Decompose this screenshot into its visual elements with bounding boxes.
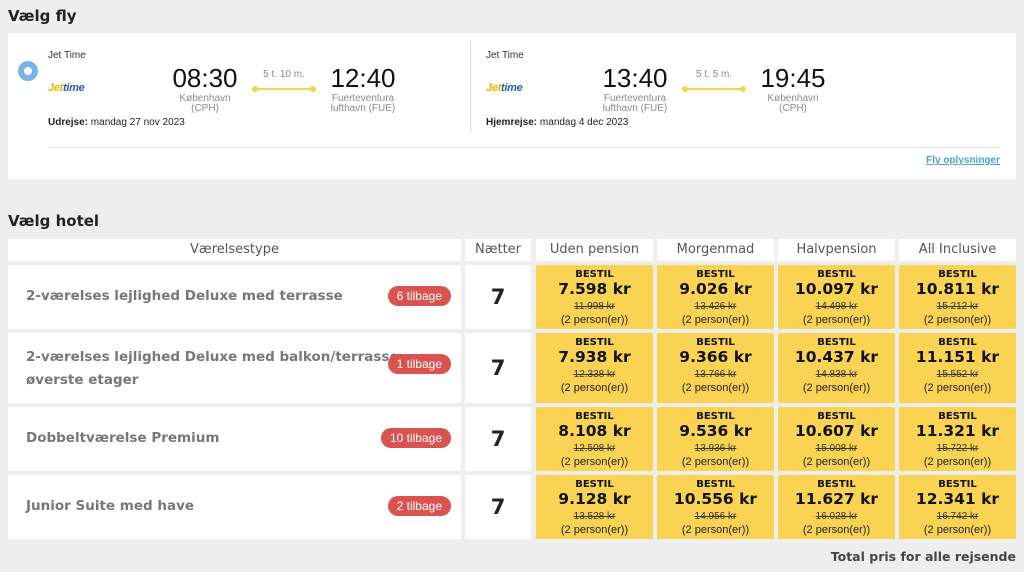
outbound-depart-place: København (CPH) <box>179 93 231 114</box>
price-option[interactable]: BESTIL 7.938 kr 12.338 kr (2 person(er)) <box>536 333 653 403</box>
return-duration: 5 t. 5 m. <box>695 69 733 80</box>
availability-badge: 6 tilbage <box>387 286 451 306</box>
availability-badge: 10 tilbage <box>380 428 451 448</box>
price-option[interactable]: BESTIL 10.811 kr 15.212 kr (2 person(er)) <box>899 265 1016 329</box>
room-row-3: Dobbeltværelse Premium 10 tilbage <box>8 407 461 471</box>
room-row-4: Junior Suite med have 2 tilbage <box>8 475 461 539</box>
outbound-arrive-time: 12:40 <box>330 63 396 93</box>
card-divider <box>48 147 1000 148</box>
header-nights: Nætter <box>465 239 531 261</box>
outbound-airline-name: Jet Time <box>48 50 86 61</box>
availability-badge: 1 tilbage <box>387 354 451 374</box>
nights-value: 7 <box>465 333 531 403</box>
header-room-type: Værelsestype <box>8 239 461 261</box>
outbound-duration: 5 t. 10 m. <box>263 69 305 80</box>
price-option[interactable]: BESTIL 11.321 kr 15.722 kr (2 person(er)) <box>899 407 1016 471</box>
outbound-route-line <box>252 86 316 92</box>
room-row-2: 2-værelses lejlighed Deluxe med balkon/t… <box>8 333 461 403</box>
header-board-all-inclusive: All Inclusive <box>899 239 1016 261</box>
room-row-1: 2-værelses lejlighed Deluxe med terrasse… <box>8 265 461 329</box>
return-depart-time: 13:40 <box>602 63 668 93</box>
outbound-date: Udrejse: mandag 27 nov 2023 <box>48 117 185 128</box>
hotel-section-title: Vælg hotel <box>8 212 100 230</box>
header-board-morgenmad: Morgenmad <box>657 239 774 261</box>
price-option[interactable]: BESTIL 9.366 kr 13.766 kr (2 person(er)) <box>657 333 774 403</box>
jettime-logo-icon: Jettime <box>48 82 85 94</box>
header-board-uden-pension: Uden pension <box>536 239 653 261</box>
return-route-line <box>682 86 746 92</box>
total-price-label: Total pris for alle rejsende <box>830 549 1016 564</box>
nights-value: 7 <box>465 407 531 471</box>
nights-value: 7 <box>465 475 531 539</box>
room-name: Junior Suite med have <box>26 498 195 514</box>
price-option[interactable]: BESTIL 9.026 kr 13.426 kr (2 person(er)) <box>657 265 774 329</box>
return-arrive-time: 19:45 <box>760 63 826 93</box>
flight-option-card[interactable]: Jet Time Jettime 08:30 København (CPH) 5… <box>8 33 1016 179</box>
outbound-depart-time: 08:30 <box>172 63 238 93</box>
price-option[interactable]: BESTIL 11.151 kr 15.552 kr (2 person(er)) <box>899 333 1016 403</box>
header-board-halvpension: Halvpension <box>778 239 895 261</box>
flights-section-title: Vælg fly <box>8 7 77 25</box>
room-name: Dobbeltværelse Premium <box>26 430 220 446</box>
price-option[interactable]: BESTIL 9.128 kr 13.528 kr (2 person(er)) <box>536 475 653 539</box>
price-option[interactable]: BESTIL 7.598 kr 11.998 kr (2 person(er)) <box>536 265 653 329</box>
outbound-arrive-place: Fuerteventura lufthavn (FUE) <box>330 93 396 114</box>
return-depart-place: Fuerteventura lufthavn (FUE) <box>602 93 668 114</box>
price-option[interactable]: BESTIL 10.437 kr 14.838 kr (2 person(er)) <box>778 333 895 403</box>
return-airline-name: Jet Time <box>486 50 524 61</box>
price-option[interactable]: BESTIL 10.607 kr 15.008 kr (2 person(er)) <box>778 407 895 471</box>
flight-info-link[interactable]: Fly oplysninger <box>926 155 1000 166</box>
price-option[interactable]: BESTIL 9.536 kr 13.936 kr (2 person(er)) <box>657 407 774 471</box>
availability-badge: 2 tilbage <box>387 496 451 516</box>
return-leg: Jet Time Jettime 13:40 Fuerteventura luf… <box>478 33 1008 143</box>
price-option[interactable]: BESTIL 10.556 kr 14.956 kr (2 person(er)) <box>657 475 774 539</box>
price-option[interactable]: BESTIL 11.627 kr 16.028 kr (2 person(er)) <box>778 475 895 539</box>
price-option[interactable]: BESTIL 12.341 kr 16.742 kr (2 person(er)) <box>899 475 1016 539</box>
room-name: 2-værelses lejlighed Deluxe med balkon/t… <box>26 349 404 388</box>
return-arrive-place: København (CPH) <box>767 93 819 114</box>
outbound-leg: Jet Time Jettime 08:30 København (CPH) 5… <box>8 33 468 143</box>
return-date: Hjemrejse: mandag 4 dec 2023 <box>486 117 629 128</box>
nights-value: 7 <box>465 265 531 329</box>
price-option[interactable]: BESTIL 10.097 kr 14.498 kr (2 person(er)) <box>778 265 895 329</box>
room-name: 2-værelses lejlighed Deluxe med terrasse <box>26 288 343 304</box>
price-option[interactable]: BESTIL 8.108 kr 12.508 kr (2 person(er)) <box>536 407 653 471</box>
jettime-logo-icon: Jettime <box>486 82 523 94</box>
leg-divider <box>470 41 471 133</box>
